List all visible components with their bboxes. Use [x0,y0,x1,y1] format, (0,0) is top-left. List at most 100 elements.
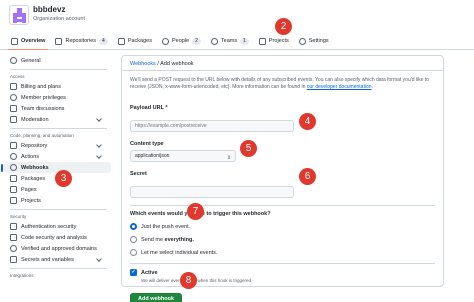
sidebar-item-billing[interactable]: Billing and plans [4,81,111,92]
tab-label: Overview [21,38,46,44]
tab-label: Repositories [65,38,97,44]
repo-icon [10,142,17,149]
org-avatar[interactable] [9,5,29,25]
table-icon [10,197,17,204]
org-header: bbbdevz Organization account Overview Re… [0,0,474,50]
sidebar-item-label: Team discussions [21,105,65,112]
chevron-down-icon [96,153,102,159]
credit-card-icon [10,83,17,90]
tab-people[interactable]: People 2 [157,34,206,48]
tab-overview[interactable]: Overview [6,34,50,50]
intro-body: We'll send a POST request to the URL bel… [130,77,429,90]
tab-packages[interactable]: Packages [113,34,157,48]
radio-button[interactable] [130,236,137,243]
sidebar-item-verified-domains[interactable]: Verified and approved domains [4,243,111,254]
count-badge: 1 [240,37,249,45]
sidebar-item-moderation[interactable]: Moderation [4,114,111,125]
person-icon [10,94,17,101]
sidebar-item-repository[interactable]: Repository [4,140,111,151]
codescan-icon [10,234,17,241]
breadcrumb: Webhooks / Add webhook [122,56,443,71]
payload-url-input[interactable] [130,120,294,132]
tab-repositories[interactable]: Repositories 4 [50,34,112,48]
annotation-badge: 5 [240,140,257,157]
gear-icon [298,37,306,45]
sidebar-item-projects[interactable]: Projects [4,195,111,206]
sidebar-section-security: Security [10,214,27,219]
sidebar-item-label: Pages [21,186,37,193]
radio-label: Send me everything. [141,237,194,243]
sidebar-item-code-security[interactable]: Code security and analysis [4,232,111,243]
radio-push-event[interactable]: Just the push event. [130,220,443,233]
chevron-down-icon [96,142,102,148]
verified-icon [10,245,17,252]
payload-url-label: Payload URL * [130,105,168,111]
breadcrumb-current: / Add webhook [155,61,194,67]
intro-text: We'll send a POST request to the URL bel… [122,71,443,105]
report-icon [10,116,17,123]
radio-button-selected[interactable] [130,223,137,230]
sidebar-item-label: Authentication security [21,223,77,230]
sidebar-item-label: General [21,57,41,64]
sidebar-section-access: Access [10,74,25,79]
sidebar-item-label: Packages [21,175,46,182]
radio-send-everything[interactable]: Send me everything. [130,233,443,246]
add-webhook-button[interactable]: Add webhook [130,293,183,302]
webhook-icon [10,164,17,171]
main-content: Webhooks / Add webhook We'll send a POST… [121,55,444,302]
sidebar-item-label: Moderation [21,116,49,123]
radio-label-prefix: Send me [141,236,165,243]
select-caret-icon: ⇕ [226,155,231,161]
sidebar-divider [10,209,107,210]
content-type-label: Content type [130,141,164,147]
secret-label: Secret [130,171,147,177]
sidebar-item-member-privileges[interactable]: Member privileges [4,92,111,103]
checkbox-checked[interactable]: ✓ [130,269,137,276]
annotation-badge: 6 [299,168,316,185]
sidebar-item-label: Secrets and variables [21,256,74,263]
radio-button[interactable] [130,249,137,256]
sidebar-divider [10,128,107,129]
tab-teams[interactable]: Teams 1 [206,34,254,48]
tab-label: Packages [127,38,152,44]
sidebar-item-label: Verified and approved domains [21,245,97,252]
sidebar-divider [10,69,107,70]
shield-lock-icon [10,223,17,230]
package-icon [117,37,125,45]
secret-input[interactable] [130,186,294,198]
org-name[interactable]: bbbdevz [33,5,65,14]
sidebar-item-general[interactable]: General [4,55,111,66]
active-checkbox-row[interactable]: ✓ Active [130,269,443,276]
tab-label: Settings [308,38,329,44]
intro-end: . [371,84,373,90]
chevron-down-icon [96,116,102,122]
home-icon [11,37,18,45]
play-icon [10,153,17,160]
person-icon [161,37,169,45]
breadcrumb-webhooks-link[interactable]: Webhooks [130,61,156,67]
content-type-select[interactable]: application/json ⇕ [130,150,236,162]
table-icon [258,37,266,45]
sidebar-item-label: Billing and plans [21,83,62,90]
tab-projects[interactable]: Projects [254,34,294,48]
annotation-badge: 7 [187,203,204,220]
sidebar-item-label: Actions [21,153,40,160]
org-tabs: Overview Repositories 4 Packages People … [6,34,334,50]
sidebar-item-actions[interactable]: Actions [4,151,111,162]
events-question: Which events would you like to trigger t… [130,211,271,217]
settings-sidebar: General Access Billing and plans Member … [1,55,111,280]
sidebar-item-secrets[interactable]: Secrets and variables [4,254,111,265]
annotation-badge: 2 [275,18,292,35]
form-divider [130,263,435,264]
tab-settings[interactable]: Settings [294,34,334,48]
repo-icon [55,37,63,45]
radio-individual-events[interactable]: Let me select individual events. [130,246,443,259]
docs-link[interactable]: our developer documentation [307,84,372,90]
sidebar-item-auth-security[interactable]: Authentication security [4,221,111,232]
radio-label: Just the push event. [141,223,191,230]
sidebar-item-team-discussions[interactable]: Team discussions [4,103,111,114]
sidebar-item-label: Webhooks [21,164,49,171]
sidebar-item-label: Repository [21,142,48,149]
sidebar-item-pages[interactable]: Pages [4,184,111,195]
sidebar-divider [10,268,107,269]
